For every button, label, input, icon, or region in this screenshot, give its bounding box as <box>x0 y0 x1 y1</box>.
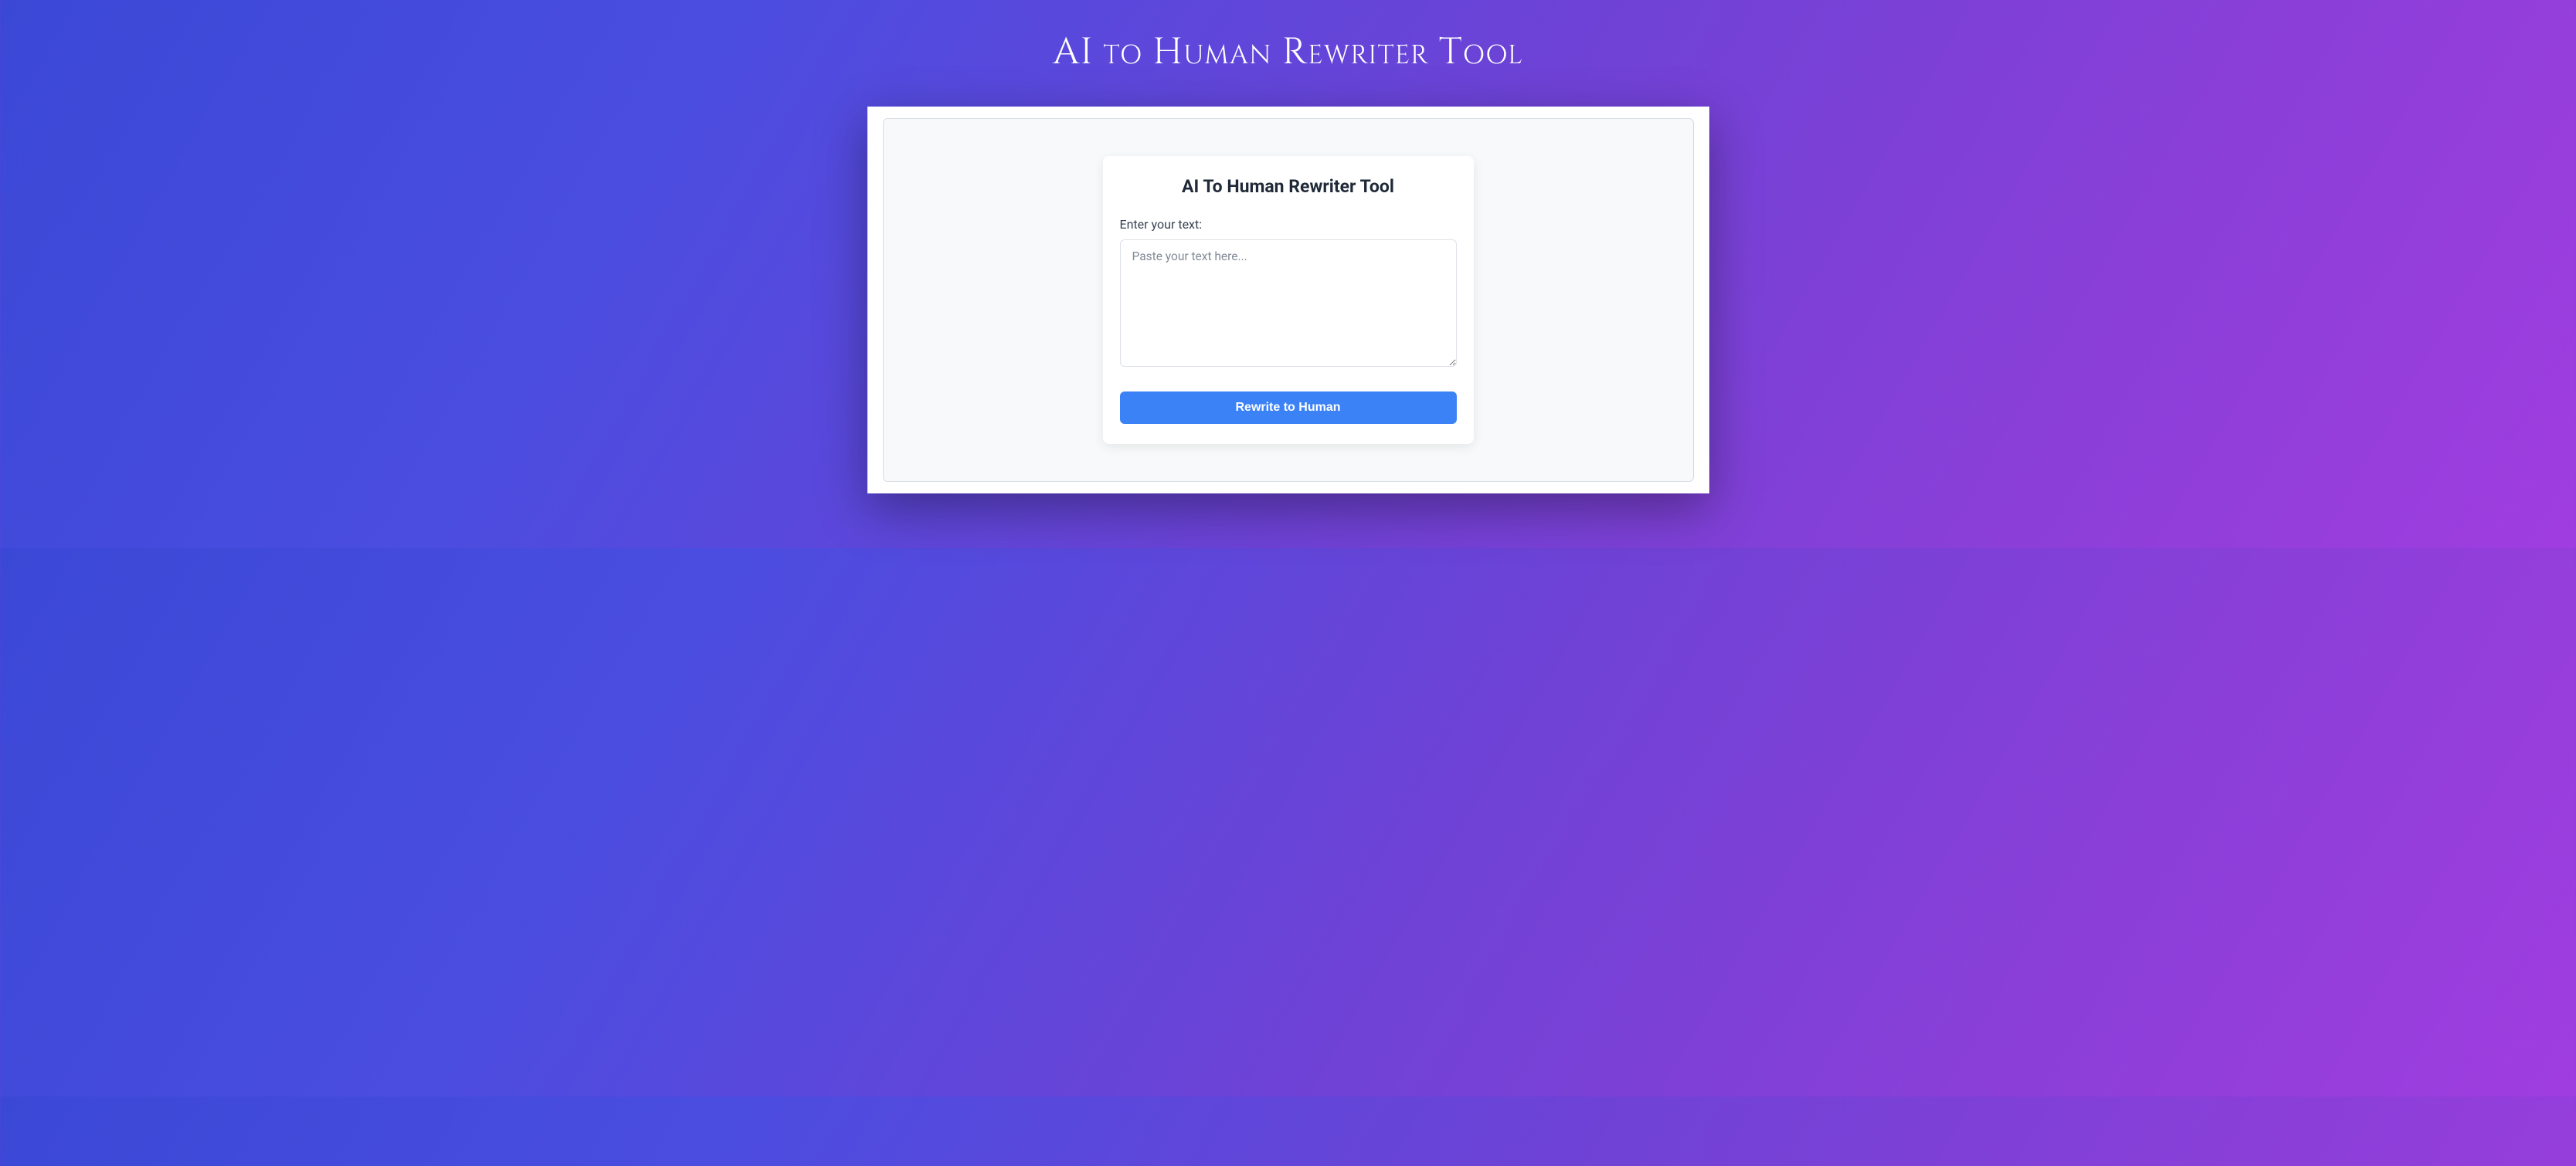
form-card: AI To Human Rewriter Tool Enter your tex… <box>1103 156 1474 444</box>
input-label: Enter your text: <box>1120 217 1457 232</box>
page-title: AI to Human Rewriter Tool <box>15 27 2561 77</box>
rewrite-button[interactable]: Rewrite to Human <box>1120 391 1457 424</box>
inner-panel: AI To Human Rewriter Tool Enter your tex… <box>883 118 1694 482</box>
text-input[interactable] <box>1120 239 1457 367</box>
card-title: AI To Human Rewriter Tool <box>1120 176 1457 197</box>
outer-card: AI To Human Rewriter Tool Enter your tex… <box>867 107 1709 493</box>
